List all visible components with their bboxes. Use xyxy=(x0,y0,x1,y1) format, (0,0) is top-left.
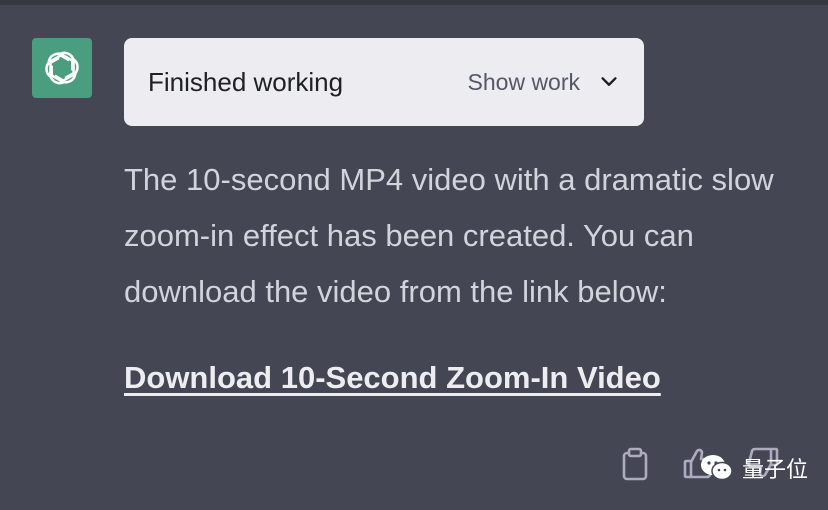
assistant-message: The 10-second MP4 video with a dramatic … xyxy=(124,162,774,309)
openai-logo-icon xyxy=(45,51,79,85)
top-border xyxy=(0,0,828,5)
show-work-label: Show work xyxy=(467,68,580,95)
status-title: Finished working xyxy=(148,66,344,97)
show-work-toggle[interactable]: Show work xyxy=(468,69,620,96)
assistant-avatar xyxy=(32,38,92,98)
wechat-icon xyxy=(700,453,734,483)
download-video-link[interactable]: Download 10-Second Zoom-In Video xyxy=(124,360,661,396)
copy-button[interactable] xyxy=(618,444,652,484)
clipboard-icon xyxy=(618,445,652,483)
watermark: 量子位 xyxy=(700,452,808,484)
chevron-down-icon xyxy=(598,71,620,93)
watermark-text: 量子位 xyxy=(742,458,809,483)
status-card: Finished working Show work xyxy=(124,38,644,126)
